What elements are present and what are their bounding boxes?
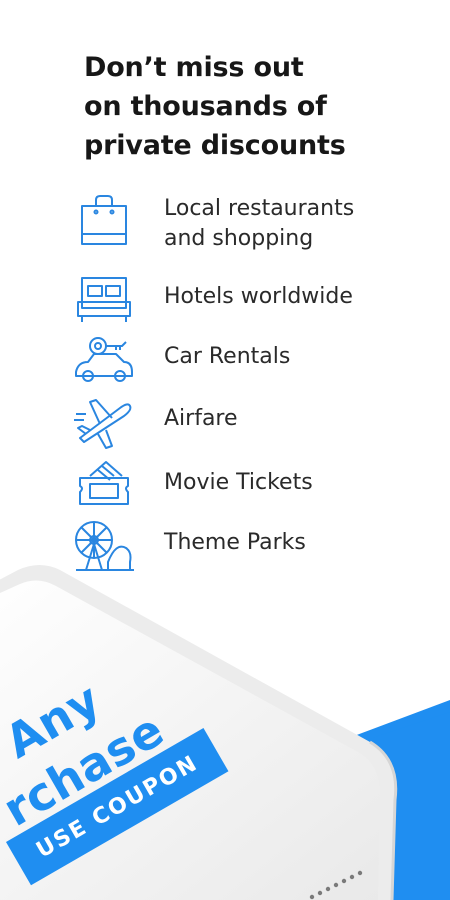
bed-icon xyxy=(72,272,136,328)
feature-item-movie-tickets: Movie Tickets xyxy=(0,454,450,514)
feature-label: Hotels worldwide xyxy=(164,284,353,309)
feature-label: Theme Parks xyxy=(164,530,306,555)
headline-line3: private discounts xyxy=(84,130,346,161)
car-icon xyxy=(72,332,136,388)
feature-item-local-restaurants: Local restaurants and shopping xyxy=(0,194,450,254)
feature-label-line1: Local restaurants xyxy=(164,196,355,221)
feature-label-line2: and shopping xyxy=(164,226,314,251)
feature-item-airfare: Airfare xyxy=(0,392,450,452)
feature-item-theme-parks: Theme Parks xyxy=(0,516,450,576)
airplane-icon xyxy=(72,394,136,450)
page-headline: Don’t miss out on thousands of private d… xyxy=(84,48,434,165)
headline-line2: on thousands of xyxy=(84,91,327,122)
feature-item-hotels: Hotels worldwide xyxy=(0,268,450,328)
feature-label: Movie Tickets xyxy=(164,470,313,495)
shopping-bag-icon xyxy=(72,194,136,250)
feature-label: Airfare xyxy=(164,406,238,431)
feature-item-car-rentals: Car Rentals xyxy=(0,330,450,390)
headline-line1: Don’t miss out xyxy=(84,52,304,83)
ticket-icon xyxy=(72,458,136,514)
feature-label: Car Rentals xyxy=(164,344,291,369)
ferris-wheel-icon xyxy=(72,518,136,574)
